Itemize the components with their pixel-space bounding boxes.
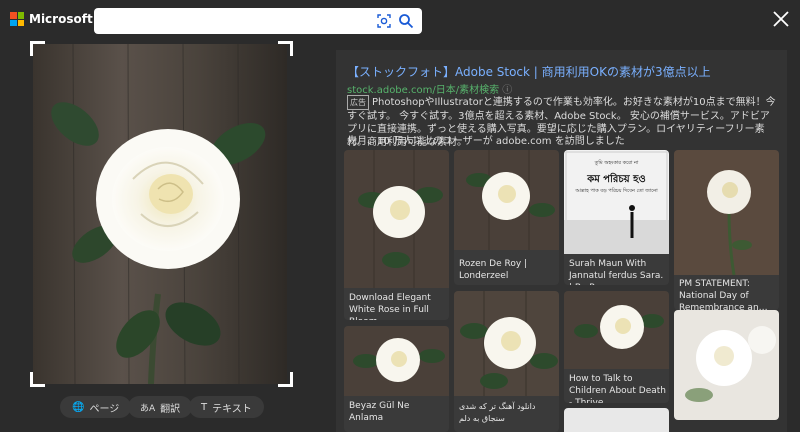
- card-caption: دانلود آهنگ تر که شدی سنجاق به دلم: [459, 402, 536, 423]
- translate-icon: あA: [140, 403, 156, 414]
- similar-image-card[interactable]: How to Talk to Children About Death - Th…: [564, 291, 669, 403]
- poster-line2: কম পরিচয় হও: [587, 174, 646, 185]
- visual-search-icon[interactable]: [376, 13, 392, 29]
- crop-corner-top-right[interactable]: [278, 41, 293, 56]
- card-caption: PM STATEMENT: National Day of Remembranc…: [679, 279, 768, 310]
- ad-result-title[interactable]: 【ストックフォト】Adobe Stock | 商用利用OKの素材が3億点以上: [347, 63, 711, 80]
- poster-line3: আল্লাহ পাক বড় পরিচয় দিবেন তো জানো: [575, 188, 658, 194]
- ad-result-url[interactable]: stock.adobe.com/日本/素材検索 ⓘ: [347, 81, 512, 96]
- page-label: ページ: [89, 403, 120, 415]
- crop-corner-bottom-right[interactable]: [278, 372, 293, 387]
- search-box[interactable]: [94, 8, 422, 34]
- text-button[interactable]: T テキスト: [189, 396, 264, 418]
- similar-image-card[interactable]: Rozen De Roy | Londerzeel: [454, 150, 559, 285]
- similar-image-card[interactable]: Beyaz Gül Ne Anlama: [344, 326, 449, 432]
- search-input[interactable]: [102, 11, 366, 33]
- card-caption: Rozen De Roy | Londerzeel: [459, 259, 528, 281]
- text-label: テキスト: [212, 403, 252, 415]
- rose-thumbnail: [454, 291, 559, 396]
- translate-label: 翻訳: [160, 403, 181, 415]
- translate-button[interactable]: あA 翻訳: [128, 396, 193, 418]
- poster-line1: তুমি অহংকার করো না: [594, 160, 639, 166]
- microsoft-logo-icon: [10, 12, 24, 26]
- text-icon: T: [201, 401, 208, 413]
- globe-icon: 🌐: [72, 401, 85, 413]
- rose-thumbnail: [454, 150, 559, 250]
- similar-image-card[interactable]: Download Elegant White Rose in Full Bloo…: [344, 150, 449, 320]
- similar-image-card[interactable]: PM STATEMENT: National Day of Remembranc…: [674, 150, 779, 310]
- search-icon[interactable]: [398, 13, 414, 29]
- similar-image-card[interactable]: তুমি অহংকার করো না কম পরিচয় হও আল্লাহ প…: [564, 150, 669, 285]
- rose-thumbnail: [674, 310, 779, 420]
- crop-corner-bottom-left[interactable]: [30, 372, 45, 387]
- page-button[interactable]: 🌐 ページ: [60, 396, 132, 418]
- similar-image-card[interactable]: دانلود آهنگ تر که شدی سنجاق به دلم: [454, 291, 559, 432]
- rose-thumbnail: [674, 150, 779, 275]
- card-caption: Surah Maun With Jannatul ferdus Sara. | …: [569, 259, 664, 285]
- ad-visit-info: 先月、10 万人以上のユーザーが adobe.com を訪問しました: [347, 136, 625, 147]
- rose-thumbnail: [344, 326, 449, 396]
- card-caption: Beyaz Gül Ne Anlama: [349, 401, 410, 423]
- similar-image-card[interactable]: [564, 408, 669, 432]
- main-image: [33, 44, 287, 384]
- crop-corner-top-left[interactable]: [30, 41, 45, 56]
- results-panel: 【ストックフォト】Adobe Stock | 商用利用OKの素材が3億点以上 s…: [336, 50, 787, 432]
- rose-thumbnail: [344, 150, 449, 288]
- card-caption: Download Elegant White Rose in Full Bloo…: [349, 293, 431, 320]
- white-rose-photo: [33, 44, 287, 384]
- close-icon[interactable]: [772, 10, 790, 28]
- rose-thumbnail: [564, 291, 669, 369]
- card-caption: How to Talk to Children About Death - Th…: [569, 374, 666, 403]
- ad-badge: 広告: [347, 95, 369, 110]
- similar-image-card[interactable]: [674, 310, 779, 420]
